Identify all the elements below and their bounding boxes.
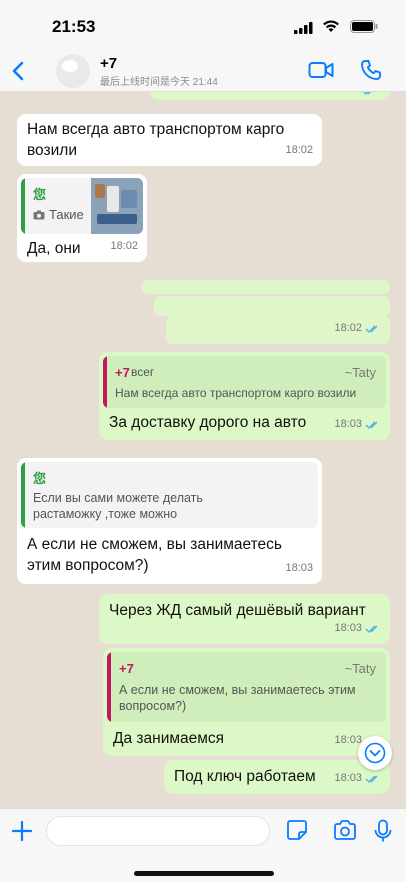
message-list[interactable]: Нам всегда авто транспортом карго возили… [0,92,406,808]
message-text: За доставку дорого на авто [109,414,307,431]
phone-icon[interactable] [360,59,382,81]
reply-text: А если не сможем, вы занимаетесь этим во… [119,683,356,713]
message-bubble-outgoing-partial[interactable] [150,92,390,100]
message-bubble-incoming[interactable]: 您 Если вы сами можете делать растаможку … [17,458,322,584]
contact-avatar[interactable] [56,54,90,88]
status-bar: 21:53 [0,0,406,50]
reply-alias: ~Taty [344,365,376,380]
read-receipt-icon [365,774,378,783]
message-bubble-incoming[interactable]: 您 Такие Да, они 18:02 [17,174,147,262]
reply-author: +7 [115,365,130,380]
microphone-icon[interactable] [373,819,393,843]
camera-icon [33,210,45,220]
reply-quote[interactable]: +7 всег ~Taty Нам всегда авто транспорто… [103,356,386,408]
reply-quote[interactable]: 您 Такие [21,178,143,234]
reply-author: +7 [119,661,134,676]
message-text: А если не сможем, вы занимаетесь этим во… [27,536,283,574]
message-bubble-incoming[interactable]: Нам всегда авто транспортом карго возили… [17,114,322,166]
message-text: Да, они [27,240,81,257]
message-time: 18:02 [334,318,381,339]
read-receipt-icon [365,420,378,429]
message-time: 18:03 [334,618,381,639]
reply-quote[interactable]: 您 Если вы сами можете делать растаможку … [21,462,318,528]
read-receipt-icon [362,92,372,96]
message-bubble-outgoing[interactable]: +7 ~Taty А если не сможем, вы занимаетес… [103,648,390,756]
contact-last-seen: 最后上线时间是今天 21:44 [100,77,218,88]
reply-text: Нам всегда авто транспортом карго возили [115,386,357,400]
battery-icon [350,20,378,33]
plus-icon[interactable] [10,819,34,843]
message-text: Через ЖД самый дешёвый вариант [109,602,366,619]
message-time: 18:03 [285,562,313,574]
camera-icon[interactable] [333,819,357,841]
status-time: 21:53 [52,17,96,36]
message-text: Нам всегда авто транспортом карго возили [27,121,285,159]
reply-quote[interactable]: +7 ~Taty А если не сможем, вы занимаетес… [107,652,386,722]
chevron-down-circle-icon [364,742,386,764]
cellular-signal-icon [294,22,313,34]
message-time: 18:02 [285,144,313,156]
message-bubble-outgoing[interactable]: +7 всег ~Taty Нам всегда авто транспорто… [99,352,390,440]
reply-author: 您 [33,471,47,486]
message-bubble-outgoing[interactable]: Под ключ работаем 18:03 [164,760,390,794]
message-input[interactable] [46,816,270,846]
sticker-icon[interactable] [286,819,308,841]
home-indicator [134,871,274,876]
message-time: 18:03 [334,414,381,435]
message-text: Под ключ работаем [174,768,316,785]
reply-author-extra: всег [131,365,155,379]
reply-text: Такие [49,207,84,222]
contact-name[interactable]: +7 [100,55,117,72]
message-time: 18:03 [334,768,381,789]
chat-header: +7 最后上线时间是今天 21:44 [0,50,406,92]
reply-text: Если вы сами можете делать растаможку ,т… [33,491,203,521]
message-bubble-outgoing[interactable]: 18:02 [142,276,390,344]
wifi-icon [323,20,339,32]
message-composer [0,808,406,882]
read-receipt-icon [365,324,378,333]
photo-thumbnail [91,178,143,234]
message-text: Да занимаемся [113,730,225,747]
scroll-to-bottom-button[interactable] [358,736,392,770]
reply-alias: ~Taty [344,661,376,676]
message-time: 18:02 [110,240,138,252]
message-bubble-outgoing[interactable]: Через ЖД самый дешёвый вариант 18:03 [99,594,390,644]
read-receipt-icon [365,624,378,633]
back-chevron-icon[interactable] [8,58,30,84]
reply-author: 您 [33,187,47,202]
video-call-icon[interactable] [308,59,334,81]
